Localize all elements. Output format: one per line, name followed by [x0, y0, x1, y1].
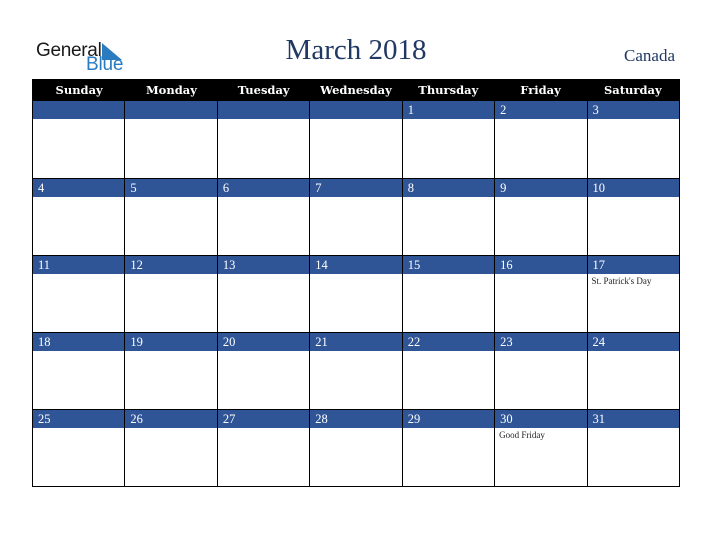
day-cell[interactable]: 24: [586, 332, 679, 409]
day-number: 7: [310, 179, 402, 197]
day-cell[interactable]: 7: [309, 178, 402, 255]
day-cell[interactable]: 29: [401, 409, 495, 486]
day-number: 25: [33, 410, 125, 428]
day-number: 13: [217, 256, 310, 274]
day-number: 12: [125, 256, 217, 274]
day-cell[interactable]: 31: [586, 409, 679, 486]
day-number: 27: [217, 410, 310, 428]
weeks-container: 1 2 3 4 5 6 7 8 9 10 11 12 13 14 15 16 17 St. Patrick's D…: [33, 101, 679, 486]
week-row: 123: [33, 101, 679, 178]
day-cell[interactable]: 12: [124, 255, 217, 332]
day-cell[interactable]: 23: [494, 332, 587, 409]
day-cell[interactable]: [124, 101, 217, 178]
day-number: [125, 101, 217, 119]
day-cell[interactable]: 13: [216, 255, 310, 332]
day-cell[interactable]: 28: [309, 409, 402, 486]
day-cell[interactable]: 27: [216, 409, 310, 486]
day-number: 11: [33, 256, 125, 274]
weekday-wednesday: Wednesday: [320, 83, 392, 97]
day-cell[interactable]: 20: [216, 332, 310, 409]
day-number: 31: [587, 410, 679, 428]
day-number: 8: [402, 179, 495, 197]
day-number: 17: [587, 256, 679, 274]
week-row: 18 19 20 21 22 23 24: [33, 332, 679, 409]
day-number: 22: [402, 333, 495, 351]
day-cell[interactable]: 10: [586, 178, 679, 255]
day-number: [217, 101, 310, 119]
day-number: 1: [402, 101, 495, 119]
day-number: 9: [495, 179, 587, 197]
day-cell[interactable]: 1: [401, 101, 495, 178]
day-cell[interactable]: 26: [124, 409, 217, 486]
day-cell[interactable]: 19: [124, 332, 217, 409]
day-cell[interactable]: [33, 101, 125, 178]
day-number: 14: [310, 256, 402, 274]
day-cell[interactable]: 17 St. Patrick's Day: [586, 255, 679, 332]
day-number: 26: [125, 410, 217, 428]
day-cell[interactable]: 22: [401, 332, 495, 409]
day-cell[interactable]: 4: [33, 178, 125, 255]
day-cell[interactable]: 11: [33, 255, 125, 332]
day-number: 18: [33, 333, 125, 351]
day-cell[interactable]: 30 Good Friday: [494, 409, 587, 486]
day-number: 28: [310, 410, 402, 428]
weekday-monday: Monday: [145, 83, 197, 97]
day-number: [33, 101, 125, 119]
weekday-friday: Friday: [520, 83, 561, 97]
day-number: 24: [587, 333, 679, 351]
day-cell[interactable]: 2: [494, 101, 587, 178]
weekday-header-row: Sunday Monday Tuesday Wednesday Thursday…: [33, 79, 679, 101]
week-row: 4 5 6 7 8 9 10: [33, 178, 679, 255]
day-number: 16: [495, 256, 587, 274]
day-cell[interactable]: [309, 101, 402, 178]
weekday-thursday: Thursday: [418, 83, 479, 97]
day-number: 6: [217, 179, 310, 197]
week-row: 11 12 13 14 15 16 17 St. Patrick's Day: [33, 255, 679, 332]
holiday-event: St. Patrick's Day: [591, 276, 652, 286]
day-cell[interactable]: 15: [401, 255, 495, 332]
day-cell[interactable]: 18: [33, 332, 125, 409]
day-number: 4: [33, 179, 125, 197]
day-number: 20: [217, 333, 310, 351]
day-number: 29: [402, 410, 495, 428]
day-number: 23: [495, 333, 587, 351]
week-row: 25 26 27 28 29 30 Good Friday 31: [33, 409, 679, 486]
day-cell[interactable]: 5: [124, 178, 217, 255]
day-cell[interactable]: 16: [494, 255, 587, 332]
day-number: 5: [125, 179, 217, 197]
day-cell[interactable]: 3: [586, 101, 679, 178]
calendar-grid: Sunday Monday Tuesday Wednesday Thursday…: [32, 79, 680, 487]
weekday-tuesday: Tuesday: [237, 83, 290, 97]
day-number: 3: [587, 101, 679, 119]
day-cell[interactable]: [216, 101, 310, 178]
weekday-saturday: Saturday: [603, 83, 662, 97]
day-cell[interactable]: 25: [33, 409, 125, 486]
day-cell[interactable]: 21: [309, 332, 402, 409]
calendar-title: March 2018: [285, 34, 427, 66]
day-number: 19: [125, 333, 217, 351]
day-number: [310, 101, 402, 119]
weekday-sunday: Sunday: [55, 83, 103, 97]
day-number: 21: [310, 333, 402, 351]
day-cell[interactable]: 6: [216, 178, 310, 255]
day-number: 10: [587, 179, 679, 197]
day-number: 30: [495, 410, 587, 428]
day-cell[interactable]: 14: [309, 255, 402, 332]
day-cell[interactable]: 9: [494, 178, 587, 255]
day-number: 15: [402, 256, 495, 274]
holiday-event: Good Friday: [499, 430, 545, 440]
country-label: Canada: [624, 46, 675, 65]
day-cell[interactable]: 8: [401, 178, 495, 255]
day-number: 2: [495, 101, 587, 119]
